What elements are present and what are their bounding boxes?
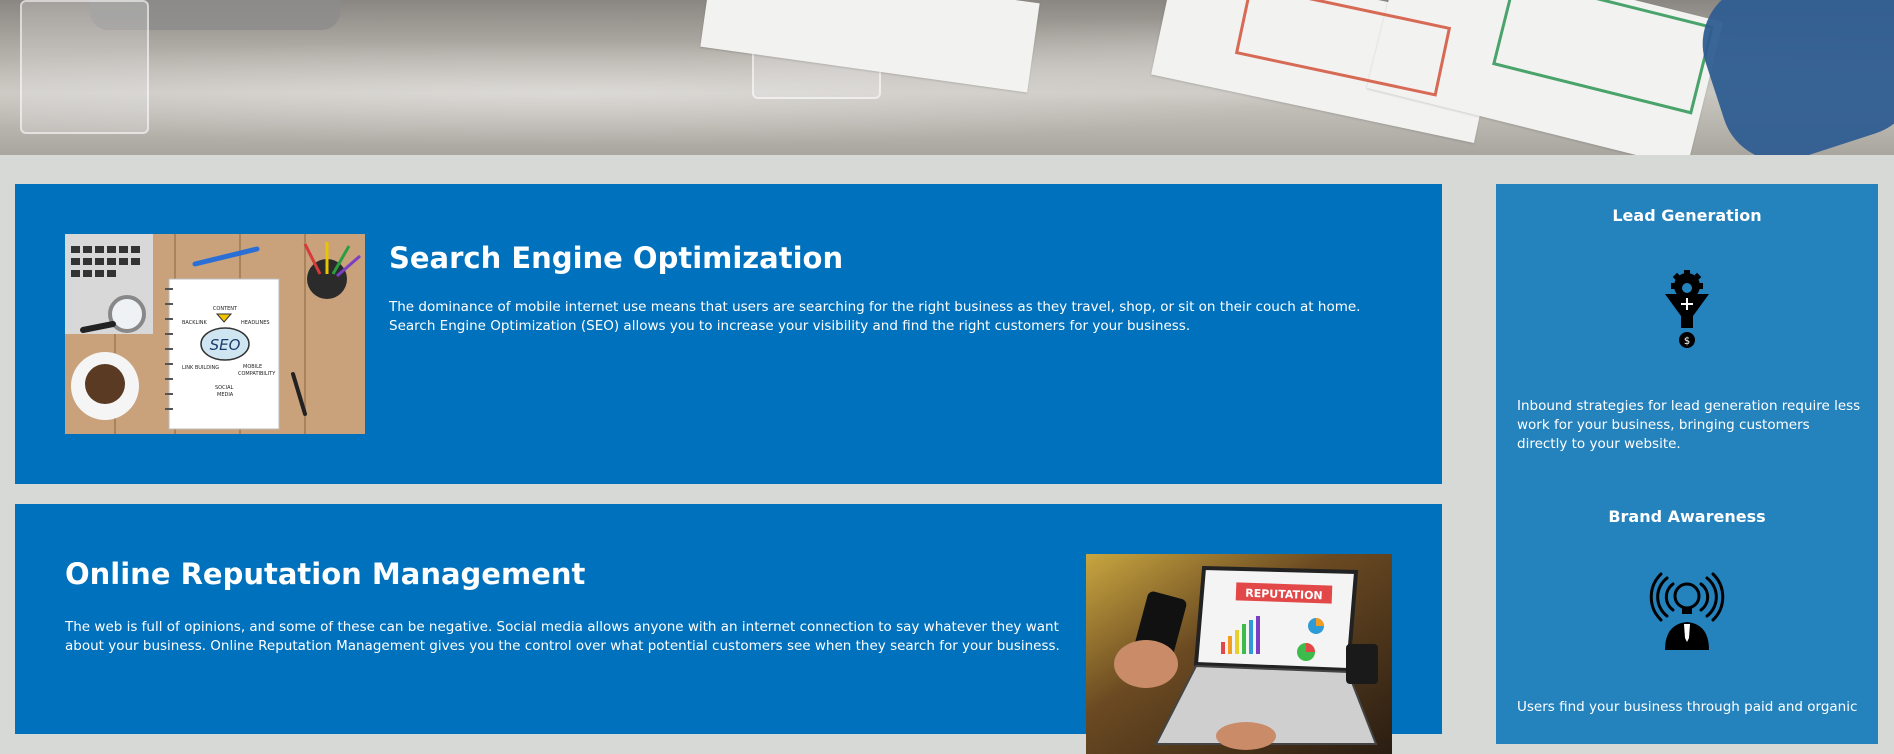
orm-title: Online Reputation Management — [65, 557, 586, 591]
seo-section: SEO CONTENT BACKLINK HEADLINES LINK BUIL… — [15, 184, 1442, 484]
benefits-sidebar: Lead Generation $ Inbound strategies for… — [1496, 184, 1878, 744]
seo-image: SEO CONTENT BACKLINK HEADLINES LINK BUIL… — [65, 234, 365, 434]
svg-text:COMPATIBILITY: COMPATIBILITY — [238, 371, 276, 377]
svg-text:CONTENT: CONTENT — [213, 306, 238, 312]
svg-text:REPUTATION: REPUTATION — [1245, 587, 1323, 603]
seo-title: Search Engine Optimization — [389, 241, 844, 275]
svg-text:MEDIA: MEDIA — [217, 392, 234, 398]
orm-section: Online Reputation Management The web is … — [15, 504, 1442, 754]
orm-description: The web is full of opinions, and some of… — [65, 619, 1060, 654]
svg-text:HEADLINES: HEADLINES — [241, 320, 270, 326]
lead-generation-text: Inbound strategies for lead generation r… — [1517, 398, 1861, 452]
person-lightbulb-broadcast-icon — [1647, 572, 1727, 652]
svg-text:$: $ — [1684, 336, 1690, 347]
brand-awareness-text: Users find your business through paid an… — [1517, 699, 1858, 715]
hero-banner-image — [0, 0, 1894, 155]
svg-text:MOBILE: MOBILE — [243, 364, 262, 370]
water-glass — [20, 0, 149, 134]
lead-generation-heading: Lead Generation — [1612, 206, 1762, 225]
orm-image: REPUTATION — [1086, 554, 1392, 754]
svg-text:BACKLINK: BACKLINK — [182, 320, 208, 326]
svg-text:LINK BUILDING: LINK BUILDING — [182, 365, 219, 371]
brand-awareness-heading: Brand Awareness — [1608, 507, 1766, 526]
funnel-gear-dollar-icon: $ — [1647, 270, 1727, 350]
svg-text:SEO: SEO — [210, 336, 241, 354]
svg-text:SOCIAL: SOCIAL — [215, 385, 233, 391]
seo-description: The dominance of mobile internet use mea… — [389, 299, 1361, 334]
